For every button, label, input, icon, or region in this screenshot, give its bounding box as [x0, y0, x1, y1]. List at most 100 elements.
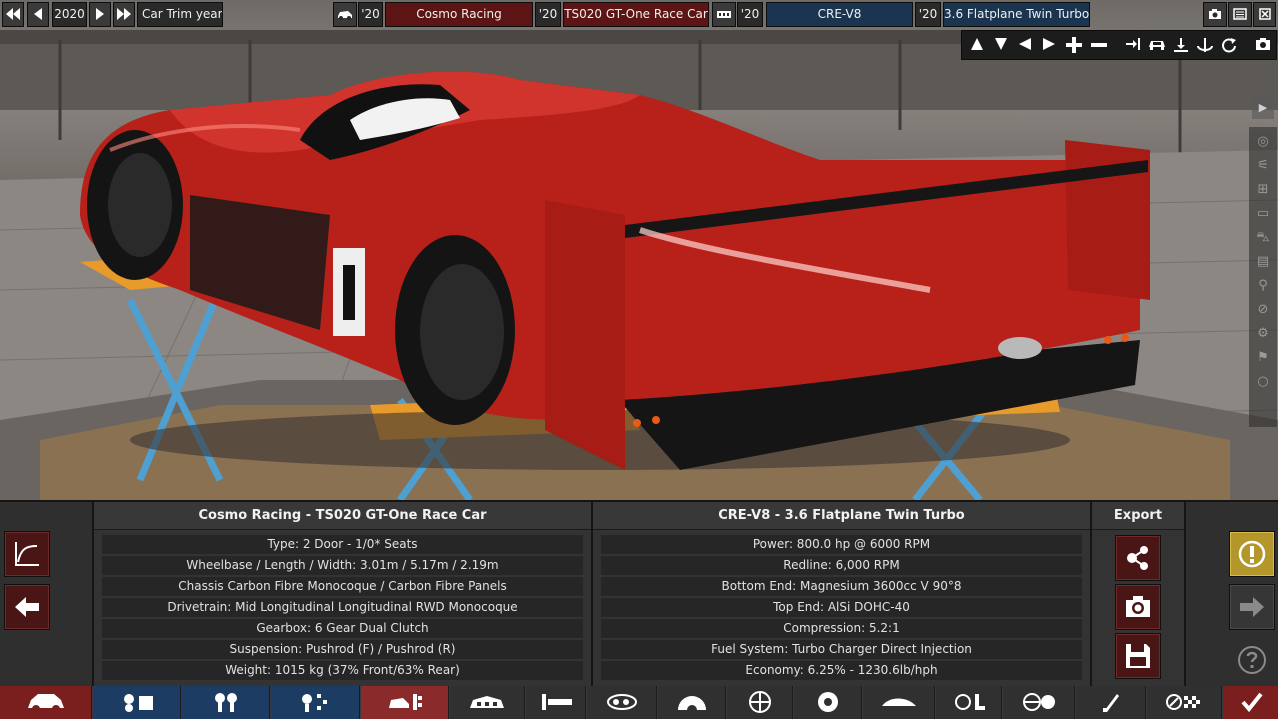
checkmark-icon: [1240, 692, 1263, 713]
camera-down-button[interactable]: [990, 34, 1012, 58]
info-panel: Cosmo Racing - TS020 GT-One Race Car Typ…: [0, 500, 1278, 687]
wheel-icon: [748, 691, 771, 713]
nav-engine-block[interactable]: [182, 686, 270, 719]
share-button[interactable]: [1115, 535, 1161, 581]
list-button[interactable]: [1228, 2, 1252, 27]
driver-shortcut-icon[interactable]: ⚑: [1252, 347, 1274, 369]
top-bar: 2020 Car Trim year '20 Cosmo Racing '20 …: [0, 0, 1278, 30]
trim-name[interactable]: TS020 GT-One Race Car: [563, 2, 709, 27]
zoom-out-button[interactable]: [1088, 34, 1110, 58]
nav-finish[interactable]: [1223, 686, 1278, 719]
nav-fixtures[interactable]: [587, 686, 657, 719]
tuning-icon: [1102, 694, 1119, 712]
nav-engine-variant[interactable]: [271, 686, 360, 719]
steering-shortcut-icon[interactable]: ○: [1252, 371, 1274, 393]
engine-shortcut-icon[interactable]: ▤: [1252, 251, 1274, 273]
variant-year: '20: [915, 2, 941, 27]
graph-button[interactable]: [4, 531, 50, 577]
nav-tuning[interactable]: [1076, 686, 1146, 719]
wheel-shortcut-icon[interactable]: ◎: [1252, 131, 1274, 153]
suspension-icon: [677, 696, 706, 714]
reset-icon: [1222, 38, 1236, 53]
ground-button[interactable]: [1170, 34, 1192, 58]
back-arrow-icon: [15, 597, 39, 617]
brake-disc-icon: [817, 692, 838, 712]
right-tools: [1184, 502, 1278, 687]
close-button[interactable]: [1253, 2, 1276, 27]
expand-side-panel-button[interactable]: ▶: [1252, 97, 1274, 119]
camera-right-button[interactable]: [1038, 34, 1060, 58]
car-shortcut-icon[interactable]: ⛍: [1252, 227, 1274, 249]
car-view-button[interactable]: [1146, 34, 1168, 58]
nav-suspension[interactable]: [658, 686, 726, 719]
prev-year-button[interactable]: [27, 2, 49, 27]
align-button[interactable]: [1122, 34, 1144, 58]
save-icon: [1126, 644, 1150, 668]
nav-steering[interactable]: [1003, 686, 1075, 719]
nav-brakes[interactable]: [794, 686, 862, 719]
camera-up-button[interactable]: [966, 34, 988, 58]
zoom-in-button[interactable]: [1063, 34, 1085, 58]
engine-family[interactable]: CRE-V8: [766, 2, 913, 27]
nav-trim-overview[interactable]: [361, 686, 449, 719]
steering-wheel-icon: [1022, 693, 1055, 711]
zoom-in-icon: [1066, 37, 1082, 53]
left-tools: [0, 502, 92, 687]
arrow-up-icon: [971, 38, 983, 50]
brake-shortcut-icon[interactable]: ⊘: [1252, 299, 1274, 321]
car-trim-year-label: Car Trim year: [137, 2, 223, 27]
nav-engine-family[interactable]: [93, 686, 181, 719]
screenshot-button[interactable]: [1203, 2, 1227, 27]
engine-block-icon: [717, 11, 731, 18]
body-shortcut-icon[interactable]: ▭: [1252, 203, 1274, 225]
nav-car-model[interactable]: [0, 686, 92, 719]
camera-left-button[interactable]: [1014, 34, 1036, 58]
nav-body[interactable]: [450, 686, 525, 719]
reset-view-button[interactable]: [1218, 34, 1240, 58]
car-dimensions: Wheelbase / Length / Width: 3.01m / 5.17…: [102, 556, 583, 575]
nav-testing[interactable]: [1147, 686, 1222, 719]
export-photo-button[interactable]: [1115, 584, 1161, 630]
help-button[interactable]: [1229, 637, 1275, 683]
chassis-shortcut-icon[interactable]: ⊞: [1252, 179, 1274, 201]
skip-forward-button[interactable]: [113, 2, 135, 27]
camera-icon: [1209, 9, 1221, 19]
graph-icon: [15, 542, 39, 566]
model-year: '20: [358, 2, 383, 27]
prev-icon: [34, 8, 42, 20]
gear-shortcut-icon[interactable]: ⚙: [1252, 323, 1274, 345]
take-screenshot-button[interactable]: [1252, 34, 1274, 58]
nav-wheels[interactable]: [727, 686, 793, 719]
skip-forward-icon: [117, 8, 131, 20]
next-year-button[interactable]: [89, 2, 111, 27]
car-model-button[interactable]: [333, 2, 357, 27]
family-name[interactable]: Cosmo Racing: [385, 2, 533, 27]
car-weight: Weight: 1015 kg (37% Front/63% Rear): [102, 661, 583, 680]
skip-back-button[interactable]: [2, 2, 24, 27]
car-drivetrain: Drivetrain: Mid Longitudinal Longitudina…: [102, 598, 583, 617]
car-viewport[interactable]: [0, 0, 1278, 500]
variant-name[interactable]: 3.6 Flatplane Twin Turbo: [943, 2, 1090, 27]
warning-button[interactable]: [1229, 531, 1275, 577]
fixture-shortcut-icon[interactable]: ⚲: [1252, 275, 1274, 297]
engine-top-end: Top End: AlSi DOHC-40: [601, 598, 1082, 617]
nav-interior[interactable]: [936, 686, 1002, 719]
export-section: Export: [1090, 502, 1184, 687]
car-chassis: Chassis Carbon Fibre Monocoque / Carbon …: [102, 577, 583, 596]
car-engine-icon: [388, 694, 422, 710]
forward-button[interactable]: [1229, 584, 1275, 630]
next-icon: [96, 8, 104, 20]
car-icon: [338, 11, 352, 20]
rotate-icon: [1197, 38, 1213, 52]
ground-icon: [1174, 38, 1188, 52]
nav-aero[interactable]: [863, 686, 935, 719]
piston-folder-icon: [123, 694, 153, 712]
back-button[interactable]: [4, 584, 50, 630]
rotate-button[interactable]: [1194, 34, 1216, 58]
engine-button[interactable]: [712, 2, 736, 27]
nav-chassis[interactable]: [526, 686, 586, 719]
align-icon: [1126, 38, 1140, 50]
save-button[interactable]: [1115, 633, 1161, 679]
spring-shortcut-icon[interactable]: ⚟: [1252, 155, 1274, 177]
share-icon: [1127, 546, 1148, 570]
